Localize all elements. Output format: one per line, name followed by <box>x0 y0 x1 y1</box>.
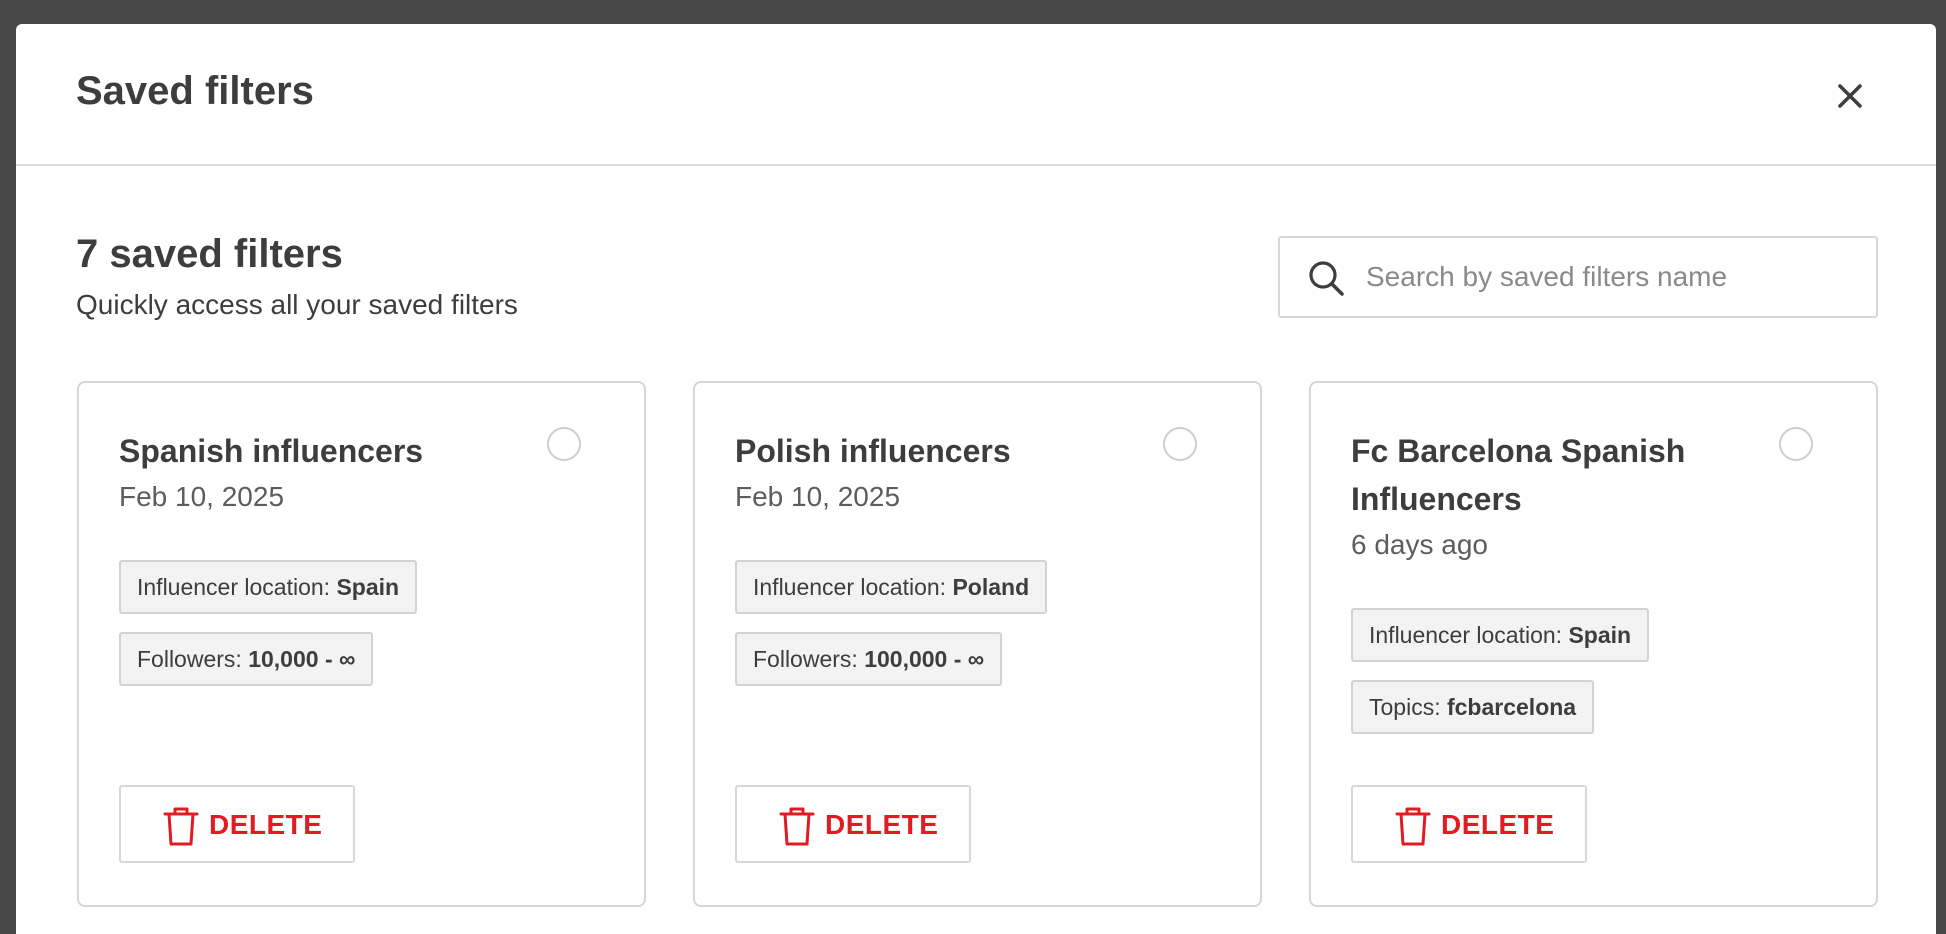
filter-tag: Influencer location: Spain <box>1351 608 1650 662</box>
search-icon <box>1309 261 1344 296</box>
delete-button[interactable]: DELETE <box>1351 785 1587 863</box>
tag-label: Topics: <box>1369 694 1441 720</box>
saved-filters-count: 7 saved filters <box>76 232 343 276</box>
card-title: Spanish influencers <box>119 433 424 469</box>
filter-tag: Followers: 10,000 - ∞ <box>119 632 374 686</box>
saved-filters-subtitle: Quickly access all your saved filters <box>76 289 518 320</box>
delete-label: DELETE <box>825 809 939 840</box>
tag-value: Poland <box>952 574 1030 600</box>
tag-label: Influencer location: <box>753 574 947 600</box>
saved-filter-card[interactable]: Polish influencers Feb 10, 2025 Influenc… <box>693 381 1262 907</box>
card-select-radio[interactable] <box>547 427 581 461</box>
search-box <box>1278 236 1878 318</box>
close-icon <box>1838 84 1862 108</box>
card-date: Feb 10, 2025 <box>119 481 285 512</box>
tag-value: 100,000 - ∞ <box>864 646 985 672</box>
tag-label: Influencer location: <box>1369 622 1563 648</box>
filter-tag: Influencer location: Poland <box>735 560 1048 614</box>
card-date: Feb 10, 2025 <box>735 481 901 512</box>
tag-label: Influencer location: <box>137 574 331 600</box>
tag-value: fcbarcelona <box>1446 694 1577 720</box>
search-input[interactable] <box>1366 238 1856 316</box>
card-date: 6 days ago <box>1351 529 1488 560</box>
saved-filter-card[interactable]: Fc Barcelona Spanish Influencers 6 days … <box>1309 381 1878 907</box>
card-title-block: Fc Barcelona Spanish Influencers 6 days … <box>1351 427 1771 567</box>
delete-button[interactable]: DELETE <box>735 785 971 863</box>
delete-button[interactable]: DELETE <box>119 785 355 863</box>
trash-icon <box>1395 807 1431 846</box>
tag-label: Followers: <box>137 646 242 672</box>
modal-header: Saved filters <box>16 24 1936 166</box>
modal-title: Saved filters <box>76 69 314 113</box>
card-title: Polish influencers <box>735 433 1011 469</box>
tag-value: 10,000 - ∞ <box>248 646 356 672</box>
saved-filters-modal: Saved filters 7 saved filters Quickly ac… <box>16 24 1936 934</box>
trash-icon <box>779 807 815 846</box>
card-title-block: Polish influencers Feb 10, 2025 <box>735 427 1155 519</box>
filter-tag: Followers: 100,000 - ∞ <box>735 632 1003 686</box>
saved-filter-card[interactable]: Spanish influencers Feb 10, 2025 Influen… <box>77 381 646 907</box>
filter-tag: Influencer location: Spain <box>119 560 418 614</box>
card-select-radio[interactable] <box>1779 427 1813 461</box>
trash-icon <box>163 807 199 846</box>
delete-label: DELETE <box>1441 809 1555 840</box>
tag-value: Spain <box>336 574 400 600</box>
card-select-radio[interactable] <box>1163 427 1197 461</box>
tag-label: Followers: <box>753 646 858 672</box>
card-title-block: Spanish influencers Feb 10, 2025 <box>119 427 539 519</box>
filter-tag: Topics: fcbarcelona <box>1351 680 1595 734</box>
delete-label: DELETE <box>209 809 323 840</box>
card-tags: Influencer location: Poland Followers: 1… <box>735 560 1048 704</box>
card-title: Fc Barcelona Spanish Influencers <box>1351 433 1686 517</box>
tag-value: Spain <box>1568 622 1632 648</box>
close-button[interactable] <box>1828 74 1872 118</box>
card-tags: Influencer location: Spain Followers: 10… <box>119 560 418 704</box>
card-tags: Influencer location: Spain Topics: fcbar… <box>1351 608 1650 752</box>
